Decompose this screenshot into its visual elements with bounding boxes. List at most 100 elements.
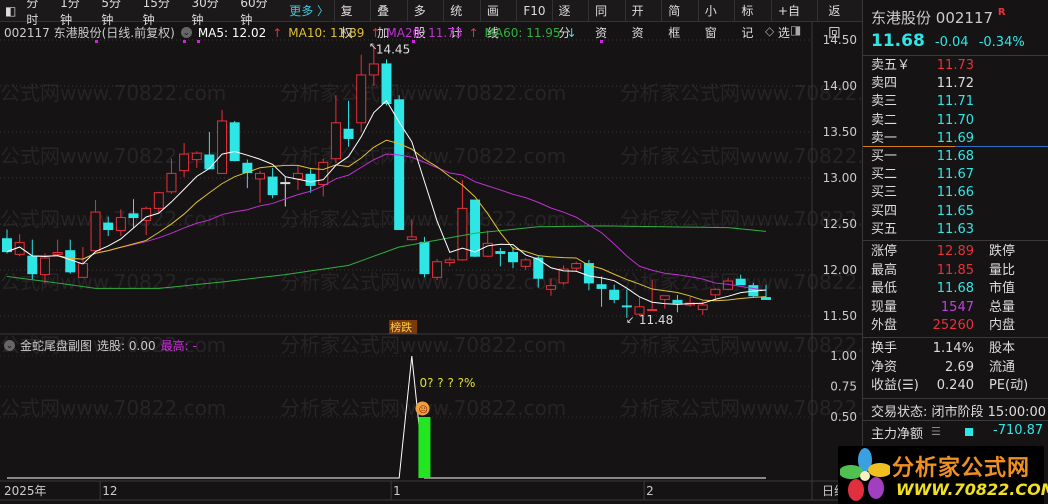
- candle-body: [735, 278, 746, 286]
- candle: [470, 199, 481, 258]
- candle: [482, 230, 493, 258]
- row-label: 收益(☰): [871, 378, 919, 394]
- trade-status: 交易状态: 闭市阶段 15:00:00: [871, 405, 1047, 420]
- row-label-2: 总量: [989, 299, 1016, 315]
- candle: [495, 247, 506, 267]
- candle-body: [191, 152, 202, 161]
- candle-body: [90, 211, 101, 252]
- candle-body: [255, 172, 265, 180]
- sub-tick-label: 0.75: [830, 380, 857, 394]
- price-row: 11.68 -0.04 -0.34%: [871, 31, 1025, 51]
- candle: [292, 166, 303, 190]
- candle-body: [115, 217, 126, 231]
- row-label: 卖五￥: [871, 58, 911, 73]
- watermark-text: 分析家公式网www.70822.com: [280, 81, 566, 105]
- price-tick-label: 12.50: [823, 217, 857, 231]
- candle: [242, 159, 253, 189]
- candle-body: [697, 304, 708, 311]
- sub-chart-legend: ⌄ 金蛇尾盘副图 选股: 0.00 最高: -: [4, 337, 197, 354]
- time-tick-label: 2: [646, 484, 654, 498]
- collapse-chevron-icon[interactable]: ⌄: [4, 340, 15, 351]
- candle: [508, 247, 518, 269]
- candle: [356, 54, 367, 132]
- candle-body: [444, 259, 455, 264]
- candle: [255, 170, 265, 203]
- row-value: 11.68: [936, 149, 974, 164]
- stock-name: 东港股份: [871, 9, 932, 27]
- buy-level-row: 买四 11.65: [871, 203, 1048, 221]
- watermark-text: 分析家公式网www.70822.com: [620, 396, 862, 420]
- sub-tick-label: 0.50: [830, 410, 857, 424]
- candle-body: [761, 297, 771, 300]
- candle-body: [39, 257, 50, 276]
- row-value: 1547: [940, 299, 974, 315]
- list-icon[interactable]: ☰: [931, 425, 941, 438]
- row-value: 0.240: [936, 378, 974, 394]
- site-logo: 分析家公式网 WWW.70822.COM: [838, 446, 1048, 504]
- stat-row: 最高 11.85 量比: [871, 262, 1048, 280]
- arrow-icon: ↖: [369, 42, 377, 53]
- stat-row: 净资 2.69 流通: [871, 359, 1048, 377]
- row-value: 1.14%: [932, 341, 974, 356]
- watermark-text: 分析家公式网www.70822.com: [280, 207, 566, 231]
- row-label-2: 内盘: [989, 318, 1016, 334]
- quote-panel: 东港股份 002117 R 11.68 -0.04 -0.34% 卖五￥ 11.7…: [862, 0, 1048, 504]
- low-price-label: 11.48: [639, 313, 673, 327]
- candle-body: [179, 153, 190, 172]
- candle: [229, 120, 240, 162]
- candle-body: [621, 305, 632, 308]
- row-label: 外盘: [871, 318, 898, 334]
- candle-body: [381, 63, 392, 104]
- time-tick-label: 12: [102, 484, 117, 498]
- candle-body: [495, 251, 506, 254]
- candle: [571, 261, 582, 272]
- arrow-icon: ↙: [626, 315, 634, 326]
- sub-chart-title: 金蛇尾盘副图: [20, 339, 93, 353]
- candle: [65, 239, 76, 274]
- high-price-label: 14.45: [376, 43, 410, 57]
- row-label: 卖四: [871, 76, 898, 92]
- rank-tag: 榜跌: [390, 320, 412, 334]
- logo-cn-text: 分析家公式网: [892, 456, 1031, 481]
- candle-body: [406, 236, 417, 241]
- price-tick-label: 14.00: [823, 79, 857, 93]
- candle-body: [141, 207, 152, 221]
- sad-face-glyph: ☹: [418, 404, 427, 415]
- logo-url-text: WWW.70822.COM: [896, 480, 1048, 499]
- row-value: 11.65: [936, 203, 974, 219]
- stat-row: 换手 1.14% 股本: [871, 340, 1048, 358]
- row-label: 买五: [871, 221, 898, 237]
- candle-body: [647, 309, 658, 312]
- row-value: 2.69: [945, 359, 974, 375]
- candle-body: [672, 299, 683, 304]
- candle: [27, 239, 38, 280]
- sub-tick-label: 1.00: [830, 349, 857, 363]
- price-tick-label: 11.50: [823, 309, 857, 323]
- stat-row: 最低 11.68 市值: [871, 280, 1048, 298]
- signal-dot: [183, 40, 186, 43]
- candle-body: [217, 120, 228, 174]
- candle-body: [153, 192, 164, 209]
- watermark-text: 分析家公式网www.70822.com: [620, 144, 862, 168]
- candle: [343, 100, 354, 147]
- candle: [2, 229, 12, 254]
- row-label: 涨停: [871, 244, 898, 259]
- flower-logo-icon: [840, 448, 890, 501]
- candle-body: [457, 207, 468, 261]
- price-tick-label: 12.00: [823, 263, 857, 277]
- buy-level-row: 买五 11.63: [871, 221, 1048, 239]
- candle-body: [596, 284, 607, 289]
- signal-dot: [600, 40, 603, 43]
- kline-chart[interactable]: 分析家公式网www.70822.com 分析家公式网www.70822.com 分析…: [0, 0, 862, 504]
- price-tick-label: 13.50: [823, 125, 857, 139]
- row-label-2: 跌停: [989, 244, 1016, 259]
- watermark-text: 分析家公式网www.70822.com: [0, 81, 226, 105]
- time-tick-label: 2025年: [4, 484, 47, 498]
- last-price: 11.68: [871, 31, 925, 51]
- row-value: 11.66: [936, 185, 974, 201]
- candle-body: [330, 122, 341, 160]
- time-tick-label: 1: [393, 484, 401, 498]
- candle: [394, 95, 405, 231]
- row-label: 最高: [871, 262, 898, 278]
- candle: [280, 177, 291, 207]
